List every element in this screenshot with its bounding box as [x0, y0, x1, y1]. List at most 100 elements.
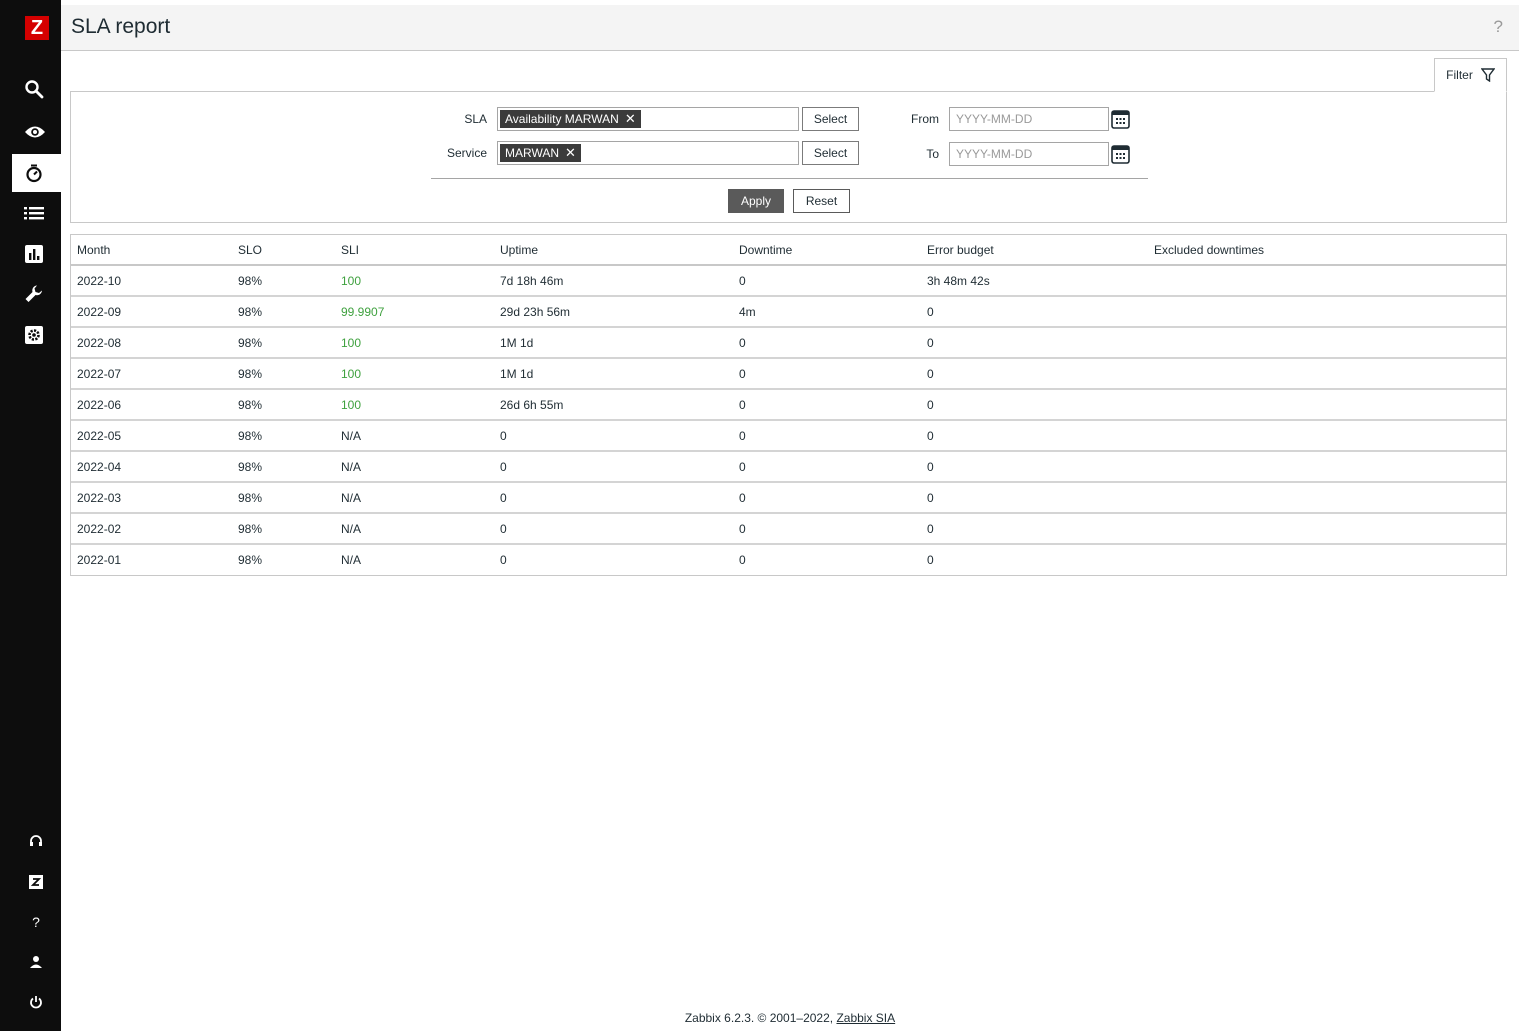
table-row: 2022-03 98% N/A 0 0 0	[71, 482, 1506, 514]
cell-month: 2022-06	[71, 389, 232, 421]
sla-select-button[interactable]: Select	[802, 107, 859, 131]
cell-excluded	[1148, 389, 1506, 421]
eye-icon	[25, 126, 45, 138]
power-icon	[30, 996, 42, 1009]
cell-downtime: 0	[733, 420, 921, 452]
filter-tab[interactable]: Filter	[1434, 58, 1507, 92]
cell-uptime: 7d 18h 46m	[494, 265, 733, 297]
cell-downtime: 0	[733, 482, 921, 514]
cell-downtime: 0	[733, 389, 921, 421]
support-icon	[30, 835, 42, 846]
cell-downtime: 0	[733, 327, 921, 359]
cell-slo: 98%	[232, 451, 335, 483]
service-label: Service	[446, 146, 487, 160]
cell-excluded	[1148, 296, 1506, 328]
cell-error-budget: 0	[921, 358, 1148, 390]
cell-sli: N/A	[335, 420, 494, 452]
filter-tab-label: Filter	[1446, 68, 1473, 82]
cell-uptime: 0	[494, 482, 733, 514]
apply-button[interactable]: Apply	[728, 189, 784, 213]
cell-downtime: 4m	[733, 296, 921, 328]
gear-icon	[25, 326, 43, 344]
cell-uptime: 0	[494, 420, 733, 452]
monitoring-nav[interactable]	[12, 113, 61, 151]
table-row: 2022-10 98% 100 7d 18h 46m 0 3h 48m 42s	[71, 265, 1506, 297]
cell-error-budget: 0	[921, 420, 1148, 452]
cell-month: 2022-08	[71, 327, 232, 359]
configuration-nav[interactable]	[12, 275, 61, 313]
help-nav[interactable]: ?	[24, 910, 48, 934]
sla-report-table: Month SLO SLI Uptime Downtime Error budg…	[70, 234, 1507, 576]
column-header-excluded-downtimes: Excluded downtimes	[1148, 235, 1506, 266]
cell-excluded	[1148, 482, 1506, 514]
cell-month: 2022-09	[71, 296, 232, 328]
sign-out-nav[interactable]	[24, 990, 48, 1014]
cell-sli: 100	[335, 389, 494, 421]
cell-slo: 98%	[232, 513, 335, 545]
cell-uptime: 26d 6h 55m	[494, 389, 733, 421]
cell-error-budget: 0	[921, 451, 1148, 483]
sla-multiselect[interactable]: Availability MARWAN ✕	[497, 107, 799, 131]
zabbix-share-icon	[29, 875, 43, 889]
inventory-nav[interactable]	[12, 194, 61, 232]
cell-excluded	[1148, 265, 1506, 297]
cell-uptime: 1M 1d	[494, 358, 733, 390]
cell-sli: 100	[335, 265, 494, 297]
cell-sli: N/A	[341, 553, 362, 567]
table-row: 2022-06 98% 100 26d 6h 55m 0 0	[71, 389, 1506, 421]
from-date-input[interactable]: YYYY-MM-DD	[949, 107, 1109, 131]
user-settings-nav[interactable]	[24, 950, 48, 974]
to-date-input[interactable]: YYYY-MM-DD	[949, 142, 1109, 166]
reports-nav[interactable]	[12, 235, 61, 273]
cell-error-budget: 0	[921, 389, 1148, 421]
cell-downtime: 0	[733, 451, 921, 483]
cell-slo: 98%	[232, 420, 335, 452]
administration-nav[interactable]	[12, 316, 61, 354]
footer: Zabbix 6.2.3. © 2001–2022, Zabbix SIA	[61, 1011, 1519, 1025]
remove-tag-icon[interactable]: ✕	[625, 110, 636, 128]
cell-sli: 100	[335, 327, 494, 359]
zabbix-logo[interactable]: Z	[25, 16, 49, 40]
sla-tag: Availability MARWAN ✕	[500, 110, 641, 128]
share-nav[interactable]	[24, 870, 48, 894]
footer-link[interactable]: Zabbix SIA	[836, 1011, 895, 1025]
cell-slo: 98%	[232, 358, 335, 390]
remove-tag-icon[interactable]: ✕	[565, 144, 576, 162]
filter-panel: SLA Availability MARWAN ✕ Select Service…	[70, 91, 1507, 223]
cell-error-budget: 0	[921, 513, 1148, 545]
cell-sli: 100	[335, 358, 494, 390]
search-nav[interactable]	[12, 70, 61, 108]
calendar-icon[interactable]	[1111, 110, 1130, 129]
table-row: 2022-01 98% N/A 0 0 0	[71, 544, 1506, 575]
cell-uptime: 0	[494, 513, 733, 545]
cell-error-budget: 3h 48m 42s	[921, 265, 1148, 297]
cell-excluded	[1148, 513, 1506, 545]
cell-uptime: 29d 23h 56m	[494, 296, 733, 328]
cell-slo: 98%	[232, 296, 335, 328]
table-row: 2022-07 98% 100 1M 1d 0 0	[71, 358, 1506, 390]
table-row: 2022-02 98% N/A 0 0 0	[71, 513, 1506, 545]
cell-month: 2022-07	[71, 358, 232, 390]
page-header: SLA report ?	[61, 5, 1519, 51]
table-row: 2022-09 98% 99.9907 29d 23h 56m 4m 0	[71, 296, 1506, 328]
sidebar: Z ?	[0, 0, 61, 1031]
cell-excluded	[1148, 451, 1506, 483]
support-nav[interactable]	[24, 829, 48, 853]
cell-sli: N/A	[335, 451, 494, 483]
page-title: SLA report	[71, 15, 171, 38]
footer-text: Zabbix 6.2.3. © 2001–2022,	[684, 1011, 837, 1025]
reset-button[interactable]: Reset	[793, 189, 850, 213]
column-header-uptime: Uptime	[494, 235, 733, 266]
help-icon[interactable]: ?	[1494, 17, 1503, 37]
help-icon: ?	[32, 914, 40, 930]
sla-tag-label: Availability MARWAN	[505, 112, 619, 126]
cell-sli: 99.9907	[335, 296, 494, 328]
cell-slo: 98%	[232, 389, 335, 421]
services-nav[interactable]	[12, 154, 61, 192]
cell-downtime: 0	[733, 358, 921, 390]
service-select-button[interactable]: Select	[802, 141, 859, 165]
calendar-icon[interactable]	[1111, 145, 1130, 164]
cell-sli: N/A	[335, 482, 494, 514]
service-multiselect[interactable]: MARWAN ✕	[497, 141, 799, 165]
filter-divider	[431, 178, 1148, 179]
